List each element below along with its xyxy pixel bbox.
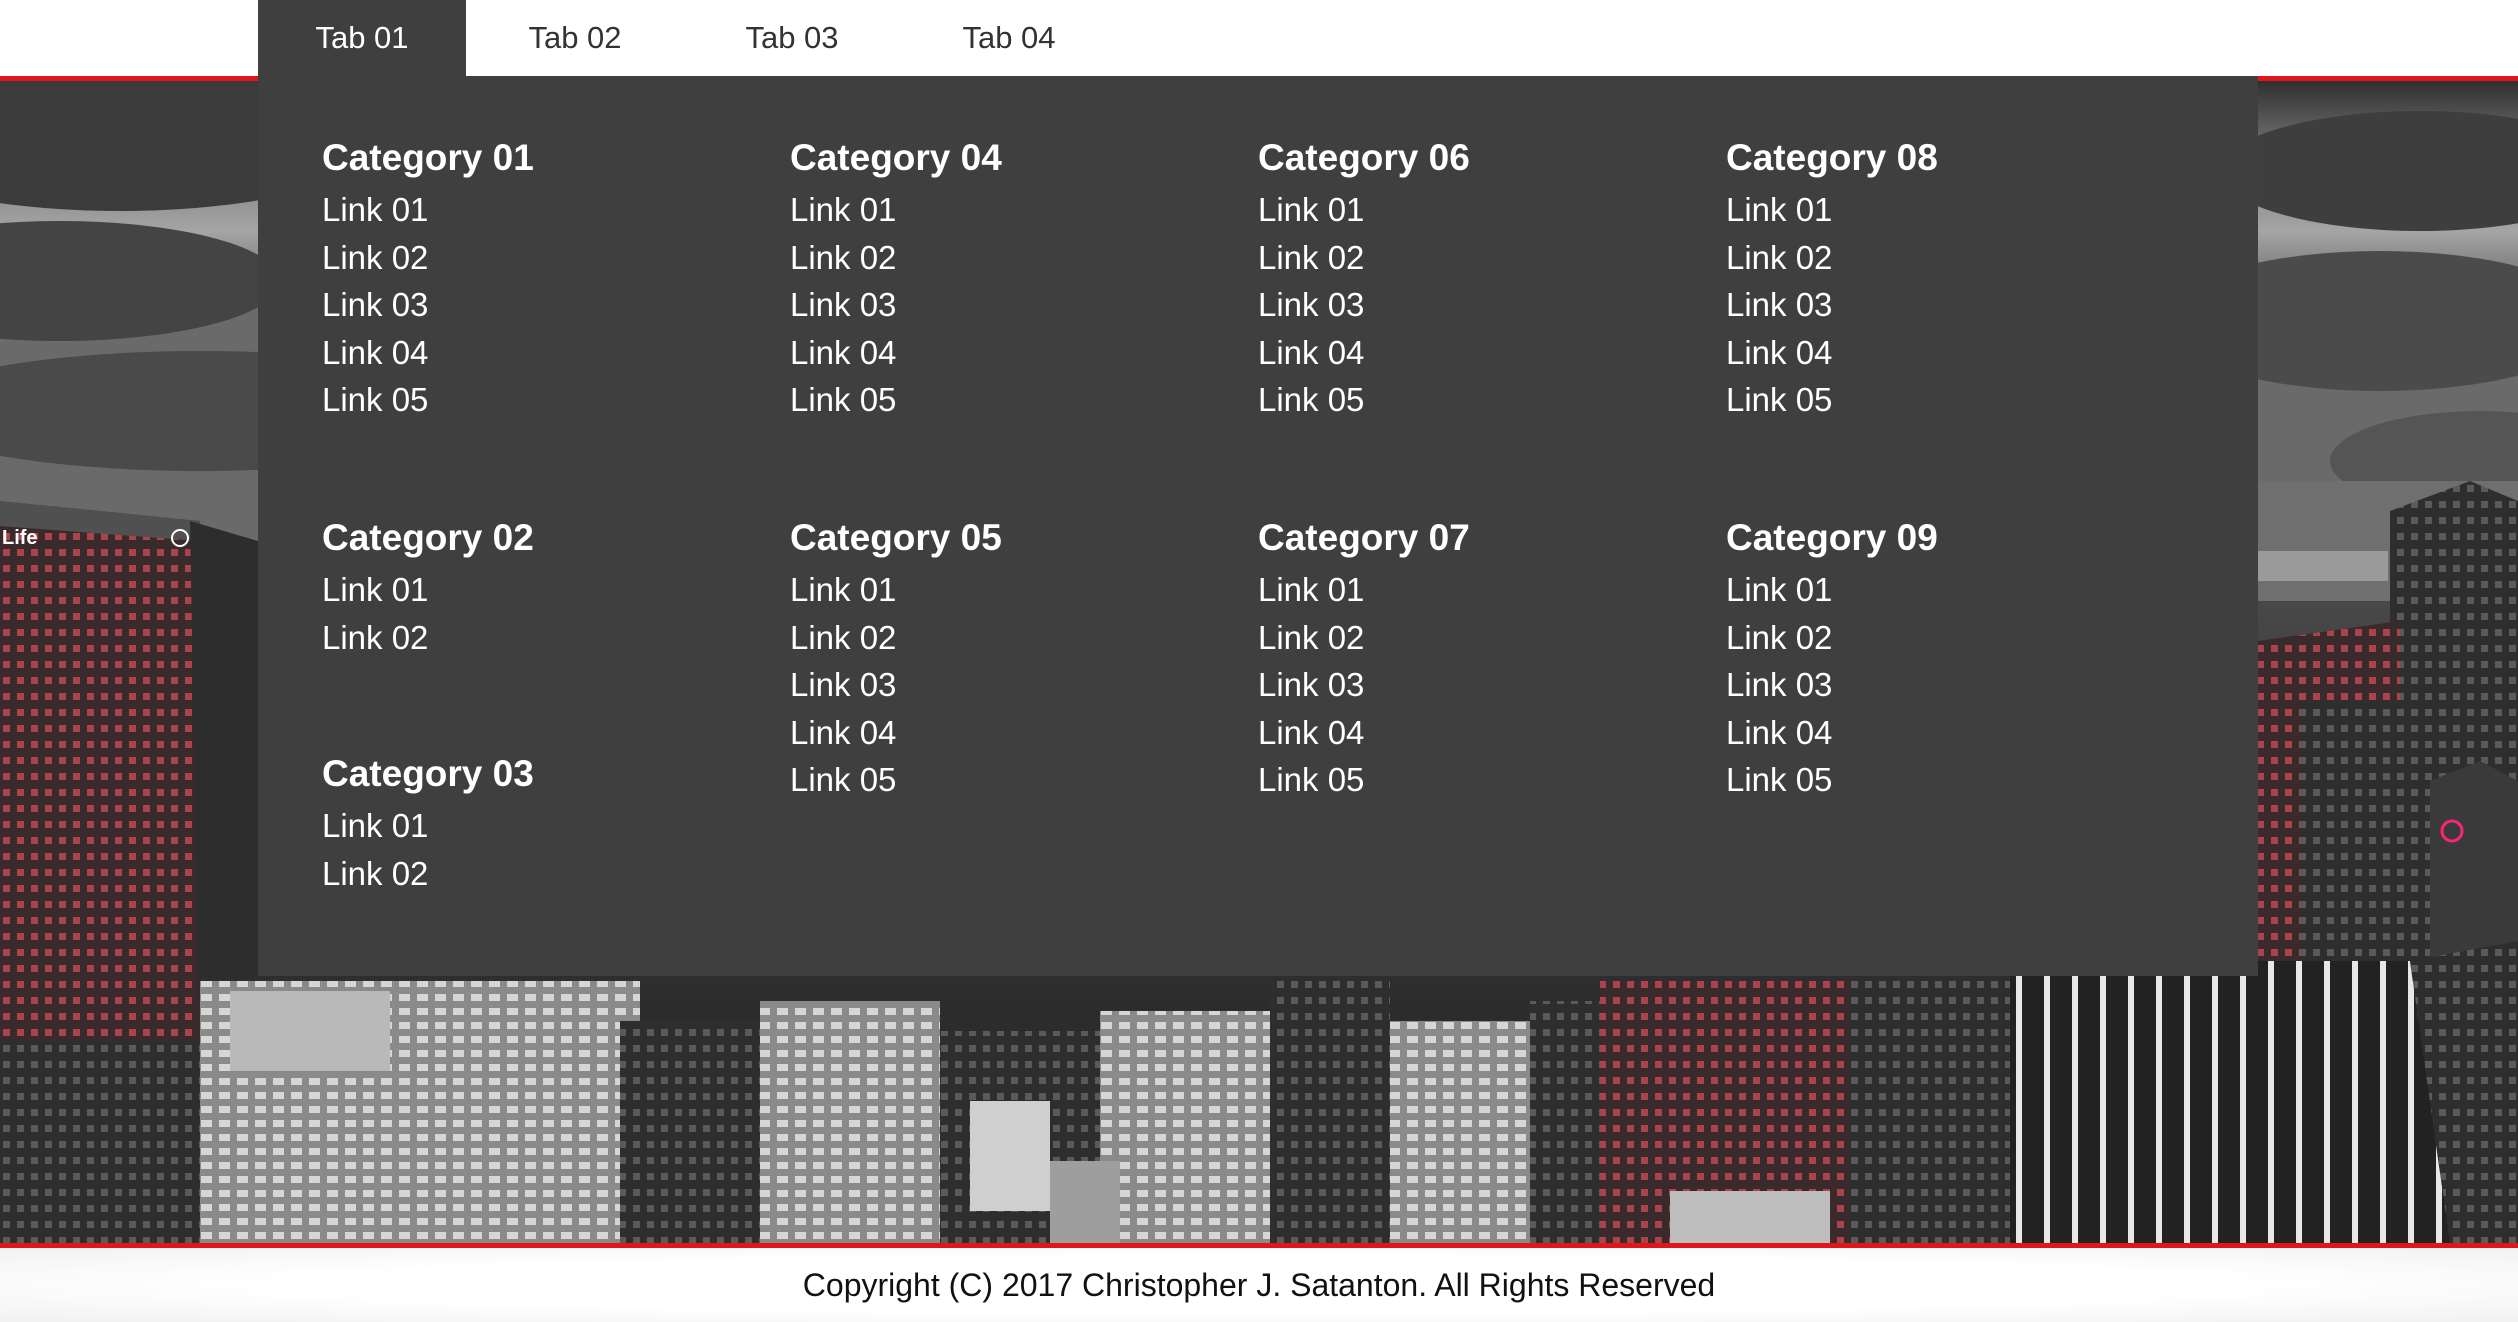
category-link[interactable]: Link 03 — [1726, 281, 2146, 329]
category-link[interactable]: Link 05 — [322, 376, 742, 424]
category-heading: Category 09 — [1726, 517, 1938, 558]
category-heading: Category 01 — [322, 137, 534, 178]
category-link[interactable]: Link 03 — [1726, 661, 2146, 709]
category-06-group: Category 06 Link 01 Link 02 Link 03 Link… — [1258, 134, 1678, 424]
category-link[interactable]: Link 03 — [322, 281, 742, 329]
category-heading: Category 08 — [1726, 137, 1938, 178]
category-link[interactable]: Link 02 — [1258, 234, 1678, 282]
top-nav-bar: Tab 01 Tab 02 Tab 03 Tab 04 — [0, 0, 2518, 76]
category-link[interactable]: Link 05 — [790, 756, 1210, 804]
category-heading: Category 04 — [790, 137, 1002, 178]
category-link[interactable]: Link 03 — [790, 281, 1210, 329]
category-link[interactable]: Link 01 — [322, 566, 742, 614]
category-02-group: Category 02 Link 01 Link 02 — [322, 514, 742, 661]
category-link[interactable]: Link 03 — [1258, 661, 1678, 709]
category-link[interactable]: Link 01 — [1258, 566, 1678, 614]
category-link[interactable]: Link 04 — [790, 709, 1210, 757]
category-03-group: Category 03 Link 01 Link 02 — [322, 750, 742, 897]
tab-01[interactable]: Tab 01 — [258, 0, 466, 76]
category-link[interactable]: Link 02 — [1258, 614, 1678, 662]
category-07-group: Category 07 Link 01 Link 02 Link 03 Link… — [1258, 514, 1678, 804]
category-04-group: Category 04 Link 01 Link 02 Link 03 Link… — [790, 134, 1210, 424]
category-link[interactable]: Link 04 — [1726, 709, 2146, 757]
category-link[interactable]: Link 05 — [790, 376, 1210, 424]
tab-03[interactable]: Tab 03 — [684, 0, 900, 76]
copyright-text: Copyright (C) 2017 Christopher J. Satant… — [802, 1266, 1716, 1303]
category-link[interactable]: Link 01 — [790, 186, 1210, 234]
category-link[interactable]: Link 02 — [790, 234, 1210, 282]
tab-04[interactable]: Tab 04 — [900, 0, 1118, 76]
page-footer: Copyright (C) 2017 Christopher J. Satant… — [0, 1248, 2518, 1322]
category-link[interactable]: Link 02 — [322, 850, 742, 898]
mega-menu-panel: Category 01 Link 01 Link 02 Link 03 Link… — [258, 76, 2258, 976]
category-link[interactable]: Link 04 — [1726, 329, 2146, 377]
tab-02[interactable]: Tab 02 — [466, 0, 684, 76]
category-link[interactable]: Link 03 — [790, 661, 1210, 709]
category-link[interactable]: Link 01 — [790, 566, 1210, 614]
category-link[interactable]: Link 04 — [322, 329, 742, 377]
category-link[interactable]: Link 05 — [1258, 376, 1678, 424]
category-link[interactable]: Link 05 — [1726, 756, 2146, 804]
category-link[interactable]: Link 01 — [322, 802, 742, 850]
category-08-group: Category 08 Link 01 Link 02 Link 03 Link… — [1726, 134, 2146, 424]
category-link[interactable]: Link 01 — [1258, 186, 1678, 234]
category-link[interactable]: Link 02 — [322, 234, 742, 282]
category-link[interactable]: Link 01 — [1726, 186, 2146, 234]
category-link[interactable]: Link 02 — [1726, 234, 2146, 282]
category-link[interactable]: Link 03 — [1258, 281, 1678, 329]
category-link[interactable]: Link 01 — [322, 186, 742, 234]
category-heading: Category 06 — [1258, 137, 1470, 178]
category-link[interactable]: Link 02 — [790, 614, 1210, 662]
category-link[interactable]: Link 04 — [1258, 329, 1678, 377]
category-05-group: Category 05 Link 01 Link 02 Link 03 Link… — [790, 514, 1210, 804]
building-sign-text: Life — [2, 527, 38, 549]
category-heading: Category 02 — [322, 517, 534, 558]
category-heading: Category 07 — [1258, 517, 1470, 558]
category-link[interactable]: Link 02 — [1726, 614, 2146, 662]
category-link[interactable]: Link 01 — [1726, 566, 2146, 614]
category-link[interactable]: Link 05 — [1258, 756, 1678, 804]
category-heading: Category 03 — [322, 753, 534, 794]
category-01-group: Category 01 Link 01 Link 02 Link 03 Link… — [322, 134, 742, 424]
category-09-group: Category 09 Link 01 Link 02 Link 03 Link… — [1726, 514, 2146, 804]
tab-list: Tab 01 Tab 02 Tab 03 Tab 04 — [258, 0, 1118, 76]
category-link[interactable]: Link 04 — [790, 329, 1210, 377]
category-link[interactable]: Link 02 — [322, 614, 742, 662]
category-link[interactable]: Link 04 — [1258, 709, 1678, 757]
category-heading: Category 05 — [790, 517, 1002, 558]
category-link[interactable]: Link 05 — [1726, 376, 2146, 424]
